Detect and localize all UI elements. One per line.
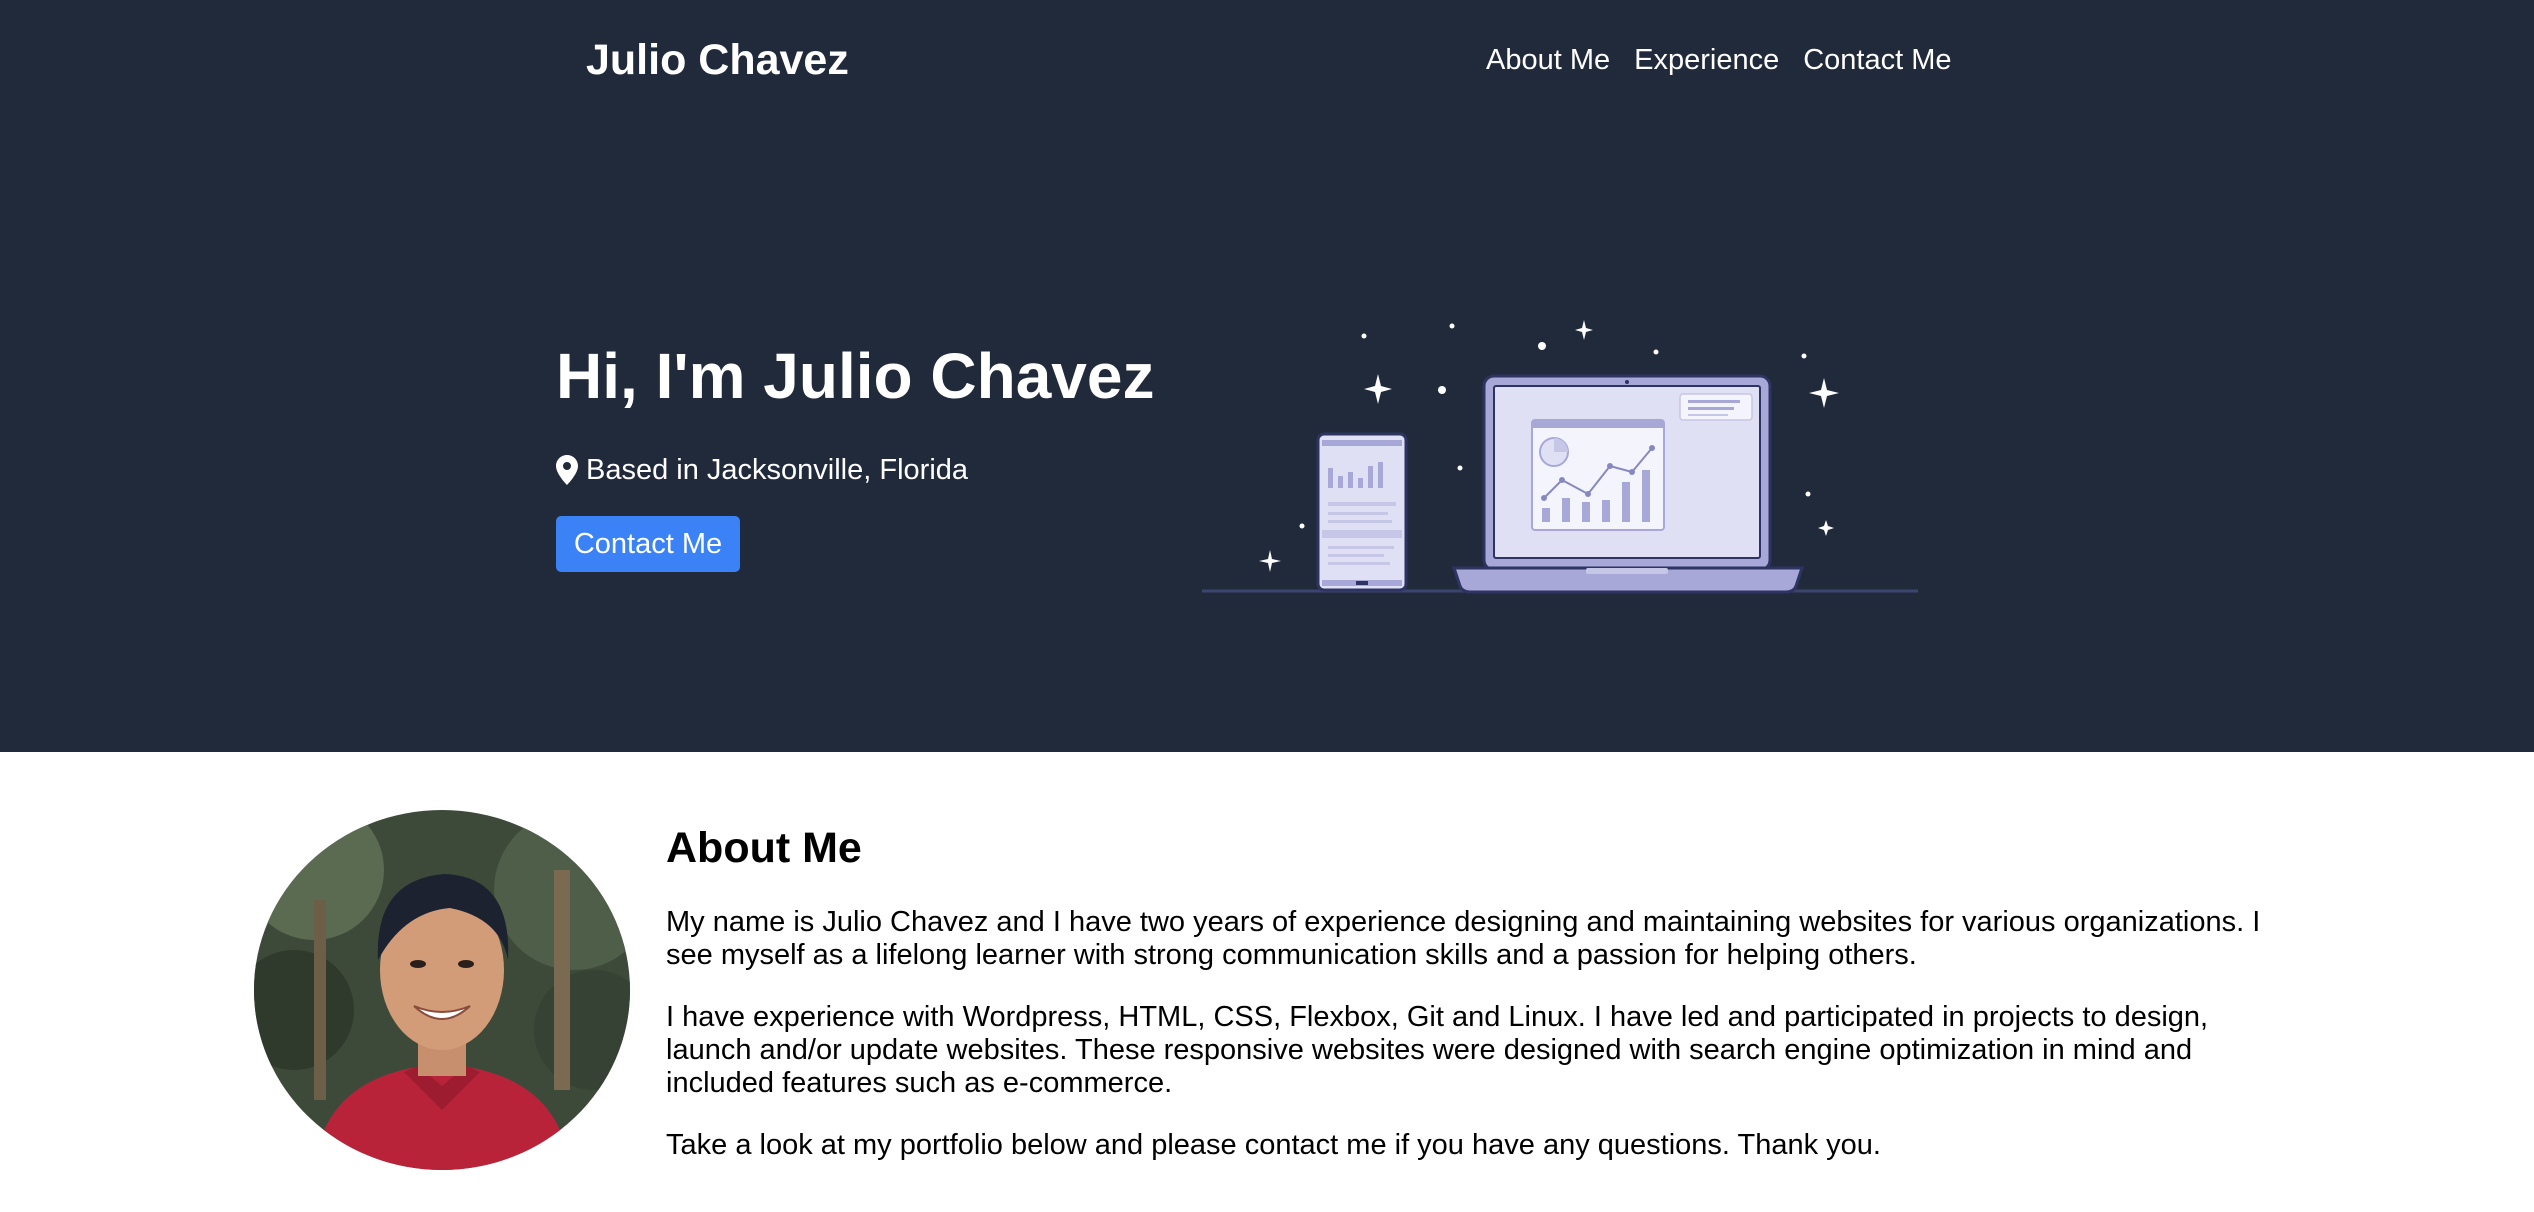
main-nav: About Me Experience Contact Me [1486,40,1976,80]
nav-link-about[interactable]: About Me [1486,40,1610,80]
hero-title: Hi, I'm Julio Chavez [556,340,1155,412]
hero-section: Julio Chavez About Me Experience Contact… [0,0,2534,752]
about-paragraph: Take a look at my portfolio below and pl… [666,1129,1881,1161]
site-brand[interactable]: Julio Chavez [586,34,849,86]
about-paragraph: I have experience with Wordpress, HTML, … [666,1001,2209,1099]
profile-photo [254,810,630,1170]
phone-graphic [1316,432,1408,592]
devices-illustration [1202,320,1918,594]
nav-link-contact[interactable]: Contact Me [1803,40,1951,80]
laptop-graphic [1451,374,1805,594]
hero-location: Based in Jacksonville, Florida [556,450,968,490]
portrait-image [254,810,630,1170]
about-paragraph: My name is Julio Chavez and I have two y… [666,906,2261,971]
map-marker-icon [556,455,578,485]
nav-link-experience[interactable]: Experience [1634,40,1779,80]
location-text: Based in Jacksonville, Florida [586,454,969,486]
about-heading: About Me [666,824,862,872]
contact-me-button[interactable]: Contact Me [556,516,740,572]
about-text: My name is Julio Chavez and I have two y… [666,906,2266,1191]
